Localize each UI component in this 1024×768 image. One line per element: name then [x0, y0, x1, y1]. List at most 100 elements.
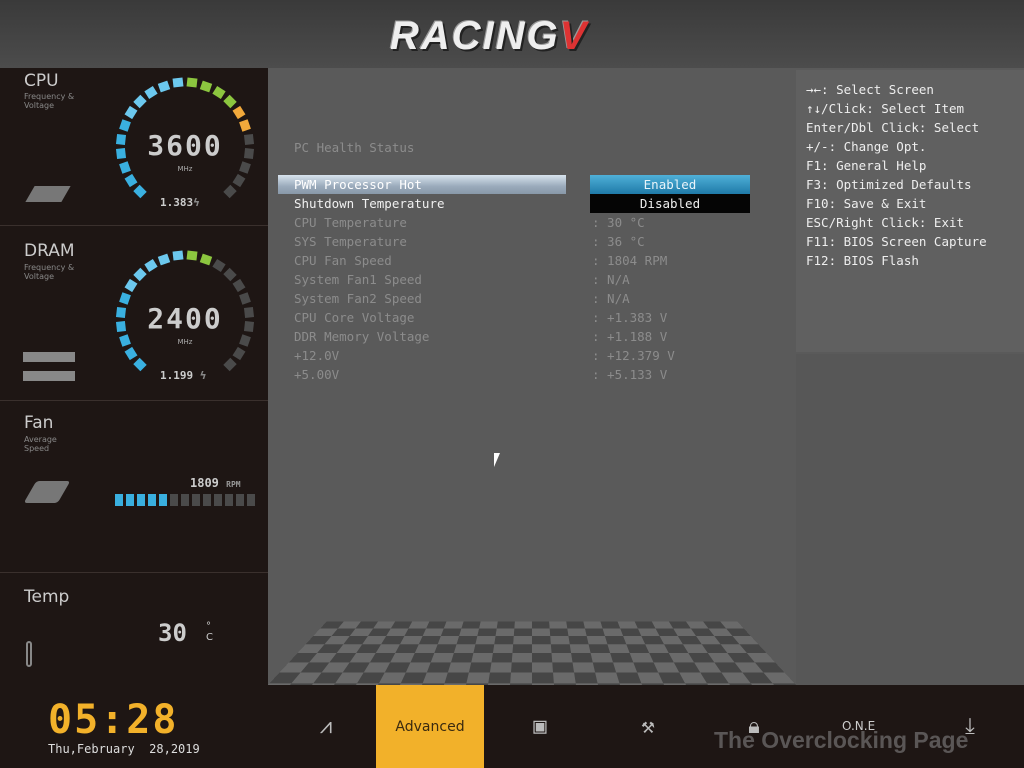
- help-line: F12: BIOS Flash: [806, 253, 919, 268]
- gauge-segment: [116, 148, 127, 160]
- gauge-segment: [199, 80, 213, 92]
- gauge-segment: [212, 85, 226, 99]
- bolt-icon: ϟ: [193, 196, 200, 209]
- chart-icon: ⩘: [319, 714, 333, 739]
- gauge-segment: [223, 358, 237, 372]
- gauge-segment: [124, 173, 138, 188]
- setting-value: : +12.379 V: [592, 348, 675, 363]
- help-line: →←: Select Screen: [806, 82, 934, 97]
- help-line: ↑↓/Click: Select Item: [806, 101, 965, 116]
- date: Thu,February 28,2019: [48, 742, 200, 756]
- setting-label: DDR Memory Voltage: [294, 329, 430, 344]
- fan-bar-segment: [225, 494, 233, 506]
- tab-chipset[interactable]: ▣: [486, 685, 594, 768]
- gauge-segment: [124, 278, 138, 293]
- cpu-voltage: 1.383ϟ: [160, 196, 200, 209]
- fan-icon: [23, 481, 71, 503]
- gauge-segment: [133, 94, 147, 108]
- gauge-segment: [186, 250, 198, 261]
- bottom-bar: 05:28 Thu,February 28,2019 ⩘ Advanced ▣ …: [0, 685, 1024, 768]
- setting-value: : +1.383 V: [592, 310, 668, 325]
- gauge-segment: [157, 253, 171, 265]
- tab-advanced[interactable]: Advanced: [376, 685, 484, 768]
- gauge-segment: [144, 85, 158, 99]
- cpu-frequency: 3600: [147, 129, 223, 162]
- gauge-segment: [223, 94, 237, 108]
- cpu-title: CPU: [24, 71, 59, 91]
- mouse-cursor: [494, 453, 500, 467]
- gauge-segment: [116, 306, 127, 318]
- tab-main[interactable]: ⩘: [272, 685, 380, 768]
- setting-label: CPU Fan Speed: [294, 253, 392, 268]
- logo-mark: V: [559, 14, 589, 58]
- gauge-segment: [116, 133, 127, 145]
- temp-title: Temp: [24, 587, 70, 607]
- temp-section: Temp 30 °C: [0, 573, 268, 685]
- gauge-segment: [172, 77, 184, 88]
- setting-label[interactable]: Shutdown Temperature: [294, 196, 445, 211]
- wrench-icon: ⚒: [641, 714, 655, 739]
- fan-bar-segment: [236, 494, 244, 506]
- fan-bar-segment: [159, 494, 167, 506]
- dram-voltage: 1.199 ϟ: [160, 369, 206, 382]
- setting-label: +12.0V: [294, 348, 340, 363]
- temp-unit: °C: [206, 621, 213, 643]
- help-panel: →←: Select Screen ↑↓/Click: Select Item En…: [796, 70, 1024, 352]
- setting-label: SYS Temperature: [294, 234, 407, 249]
- help-line: F3: Optimized Defaults: [806, 177, 972, 192]
- dropdown-option-enabled[interactable]: Enabled: [590, 175, 750, 194]
- setting-value: : +1.188 V: [592, 329, 668, 344]
- gauge-segment: [116, 321, 127, 333]
- dram-title: DRAM: [24, 241, 75, 261]
- fan-section: Fan Average Speed 1809 RPM: [0, 401, 268, 573]
- gauge-segment: [157, 80, 171, 92]
- fan-bar-segment: [214, 494, 222, 506]
- cpu-voltage-value: 1.383: [160, 196, 194, 209]
- memory-module-icon: [23, 371, 75, 381]
- fan-bar-segment: [247, 494, 255, 506]
- tab-one[interactable]: O.N.E: [842, 719, 875, 733]
- fan-unit: RPM: [226, 480, 241, 489]
- help-line: ESC/Right Click: Exit: [806, 215, 965, 230]
- gauge-segment: [223, 185, 237, 199]
- gauge-segment: [124, 105, 138, 120]
- tab-exit[interactable]: ⤓: [916, 685, 1024, 768]
- dram-subtitle: Frequency & Voltage: [24, 263, 75, 281]
- fan-bar-segment: [115, 494, 123, 506]
- help-panel-lower: [796, 354, 1024, 685]
- setting-value: : 36 °C: [592, 234, 645, 249]
- gauge-segment: [186, 77, 198, 88]
- gauge-segment: [232, 278, 246, 293]
- cpu-section: CPU Frequency & Voltage 3600 MHz 1.383ϟ: [0, 68, 268, 226]
- main-panel: PC Health Status PWM Processor Hot Shutdo…: [268, 68, 796, 685]
- cpu-gauge: 3600 MHz 1.383ϟ: [110, 71, 260, 221]
- help-line: F11: BIOS Screen Capture: [806, 234, 987, 249]
- setting-value: : 30 °C: [592, 215, 645, 230]
- fan-title: Fan: [24, 413, 54, 433]
- gauge-segment: [232, 173, 246, 188]
- setting-label: CPU Core Voltage: [294, 310, 415, 325]
- section-title: PC Health Status: [294, 140, 415, 155]
- gauge-segment: [243, 148, 254, 160]
- setting-label: System Fan2 Speed: [294, 291, 422, 306]
- fan-bar-segment: [148, 494, 156, 506]
- memory-module-icon: [23, 352, 75, 362]
- fan-bar-segment: [192, 494, 200, 506]
- dram-frequency: 2400: [147, 302, 223, 335]
- dropdown-option-disabled[interactable]: Disabled: [590, 194, 750, 213]
- fan-bar-segment: [181, 494, 189, 506]
- bolt-icon: ϟ: [193, 369, 207, 382]
- setting-label[interactable]: PWM Processor Hot: [294, 177, 422, 192]
- gauge-segment: [243, 321, 254, 333]
- gauge-segment: [232, 105, 246, 120]
- cpu-unit: MHz: [177, 165, 193, 173]
- fan-bar-segment: [126, 494, 134, 506]
- setting-value: : N/A: [592, 291, 630, 306]
- dram-gauge: 2400 MHz 1.199 ϟ: [110, 244, 260, 394]
- gauge-segment: [172, 250, 184, 261]
- gauge-segment: [133, 267, 147, 281]
- tab-tools[interactable]: ⚒: [594, 685, 702, 768]
- gauge-segment: [133, 358, 147, 372]
- fan-bar-segment: [137, 494, 145, 506]
- setting-label: +5.00V: [294, 367, 340, 382]
